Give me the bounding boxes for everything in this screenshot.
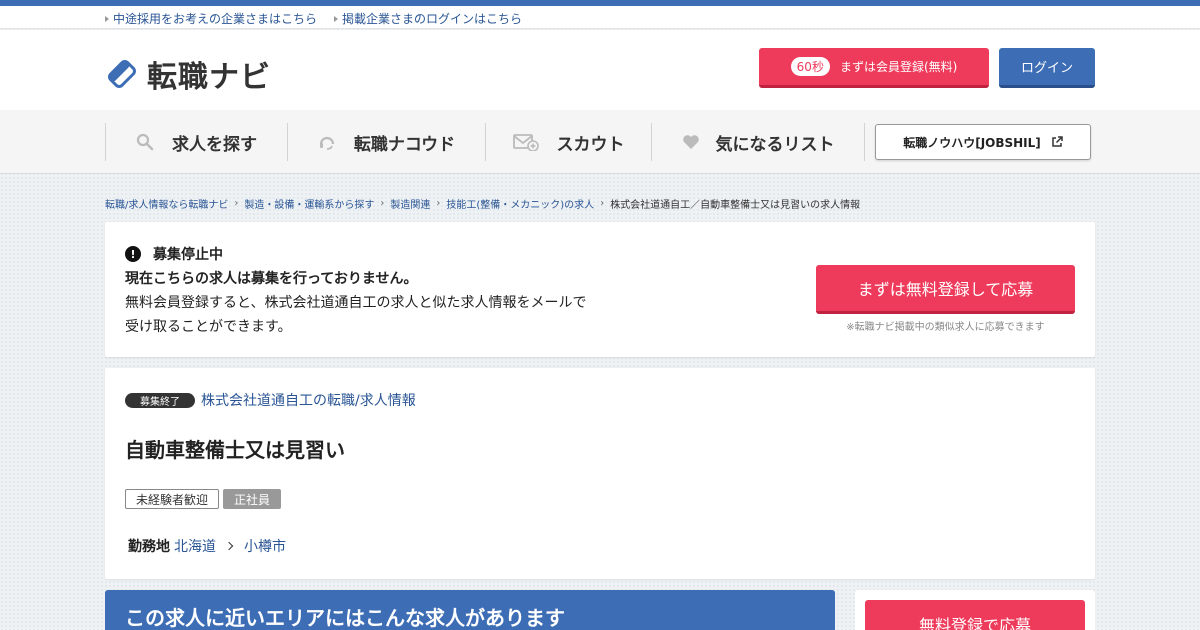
register-time-badge: 60秒 — [790, 57, 830, 76]
login-button[interactable]: ログイン — [999, 48, 1095, 88]
location-label: 勤務地 — [128, 539, 170, 555]
arrow-icon — [334, 15, 338, 22]
side-panel: 無料登録で応募 — [855, 590, 1095, 630]
top-links-bar: 中途採用をお考えの企業さまはこちら 掲載企業さまのログインはこちら — [0, 6, 1200, 29]
breadcrumb: 転職/求人情報なら転職ナビ › 製造・設備・運輸系から探す › 製造関連 › 技… — [105, 196, 860, 211]
nearby-jobs-section: この求人に近いエリアにはこんな求人があります — [105, 590, 835, 630]
breadcrumb-current: 株式会社道通自工／自動車整備士又は見習いの求人情報 — [610, 200, 861, 211]
heart-icon — [682, 133, 700, 151]
job-summary-card: 募集終了 株式会社道通自工の転職/求人情報 自動車整備士又は見習い 未経験者歓迎… — [105, 368, 1095, 579]
breadcrumb-link-category[interactable]: 製造・設備・運輸系から探す — [244, 196, 374, 211]
exclamation-icon: ! — [125, 246, 141, 262]
company-link[interactable]: 株式会社道通自工の転職/求人情報 — [201, 390, 416, 410]
notice-text: 無料会員登録すると、株式会社道通自工の求人と似た求人情報をメールで受け取ることが… — [125, 295, 587, 335]
side-register-apply-button[interactable]: 無料登録で応募 — [865, 600, 1085, 630]
status-badge: 募集終了 — [125, 393, 195, 408]
nearby-jobs-title: この求人に近いエリアにはこんな求人があります — [125, 606, 565, 630]
work-location: 勤務地 北海道 小樽市 — [128, 536, 286, 556]
mail-plus-icon — [512, 133, 539, 152]
location-city-link[interactable]: 小樽市 — [244, 536, 286, 556]
job-title: 自動車整備士又は見習い — [125, 438, 345, 462]
register-button[interactable]: 60秒 まずは会員登録(無料) — [759, 48, 989, 88]
nav-item-scout[interactable]: スカウト — [485, 123, 651, 161]
nav-divider — [864, 123, 865, 161]
notice-body: 現在こちらの求人は募集を行っておりません。 無料会員登録すると、株式会社道通自工… — [125, 267, 595, 339]
external-link-icon — [1051, 136, 1063, 148]
breadcrumb-link-subcategory[interactable]: 製造関連 — [390, 196, 430, 211]
recruitment-stopped-notice: ! 募集停止中 現在こちらの求人は募集を行っておりません。 無料会員登録すると、… — [105, 222, 1095, 357]
employer-recruit-link[interactable]: 中途採用をお考えの企業さまはこちら — [105, 10, 317, 27]
register-label: まずは会員登録(無料) — [839, 60, 958, 74]
nav-item-nakoudo[interactable]: 転職ナコウド — [287, 123, 485, 161]
notice-bold-line: 現在こちらの求人は募集を行っておりません。 — [125, 271, 418, 287]
headset-icon — [318, 133, 336, 151]
breadcrumb-separator-icon: › — [380, 198, 385, 209]
location-prefecture-link[interactable]: 北海道 — [174, 536, 216, 556]
tag-employment-type: 正社員 — [223, 489, 281, 509]
logo-text: 転職ナビ — [147, 60, 271, 95]
jobshil-button[interactable]: 転職ノウハウ[JOBSHIL] — [875, 124, 1091, 160]
notice-heading: ! 募集停止中 — [125, 244, 223, 264]
breadcrumb-separator-icon: › — [600, 198, 605, 209]
site-header: 転職ナビ 60秒 まずは会員登録(無料) ログイン — [0, 30, 1200, 110]
chevron-right-icon — [224, 541, 234, 551]
breadcrumb-separator-icon: › — [234, 198, 239, 209]
global-nav: 求人を探す 転職ナコウド スカウト 気になるリスト 転職ノウハウ[JOBSHIL… — [0, 110, 1200, 174]
employer-login-link[interactable]: 掲載企業さまのログインはこちら — [334, 10, 522, 27]
apply-note: ※転職ナビ掲載中の類似求人に応募できます — [846, 322, 1045, 333]
nav-item-search-jobs[interactable]: 求人を探す — [105, 123, 287, 161]
free-register-apply-button[interactable]: まずは無料登録して応募 — [816, 265, 1075, 314]
search-icon — [136, 133, 154, 151]
breadcrumb-link-occupation[interactable]: 技能工(整備・メカニック)の求人 — [446, 196, 594, 211]
breadcrumb-link-home[interactable]: 転職/求人情報なら転職ナビ — [105, 196, 228, 211]
arrow-icon — [105, 15, 109, 22]
logo-mark-icon — [105, 57, 139, 91]
nav-item-favorites[interactable]: 気になるリスト — [651, 123, 864, 161]
site-logo[interactable]: 転職ナビ — [105, 52, 271, 96]
breadcrumb-separator-icon: › — [436, 198, 441, 209]
tag-inexperienced-welcome: 未経験者歓迎 — [125, 489, 219, 509]
